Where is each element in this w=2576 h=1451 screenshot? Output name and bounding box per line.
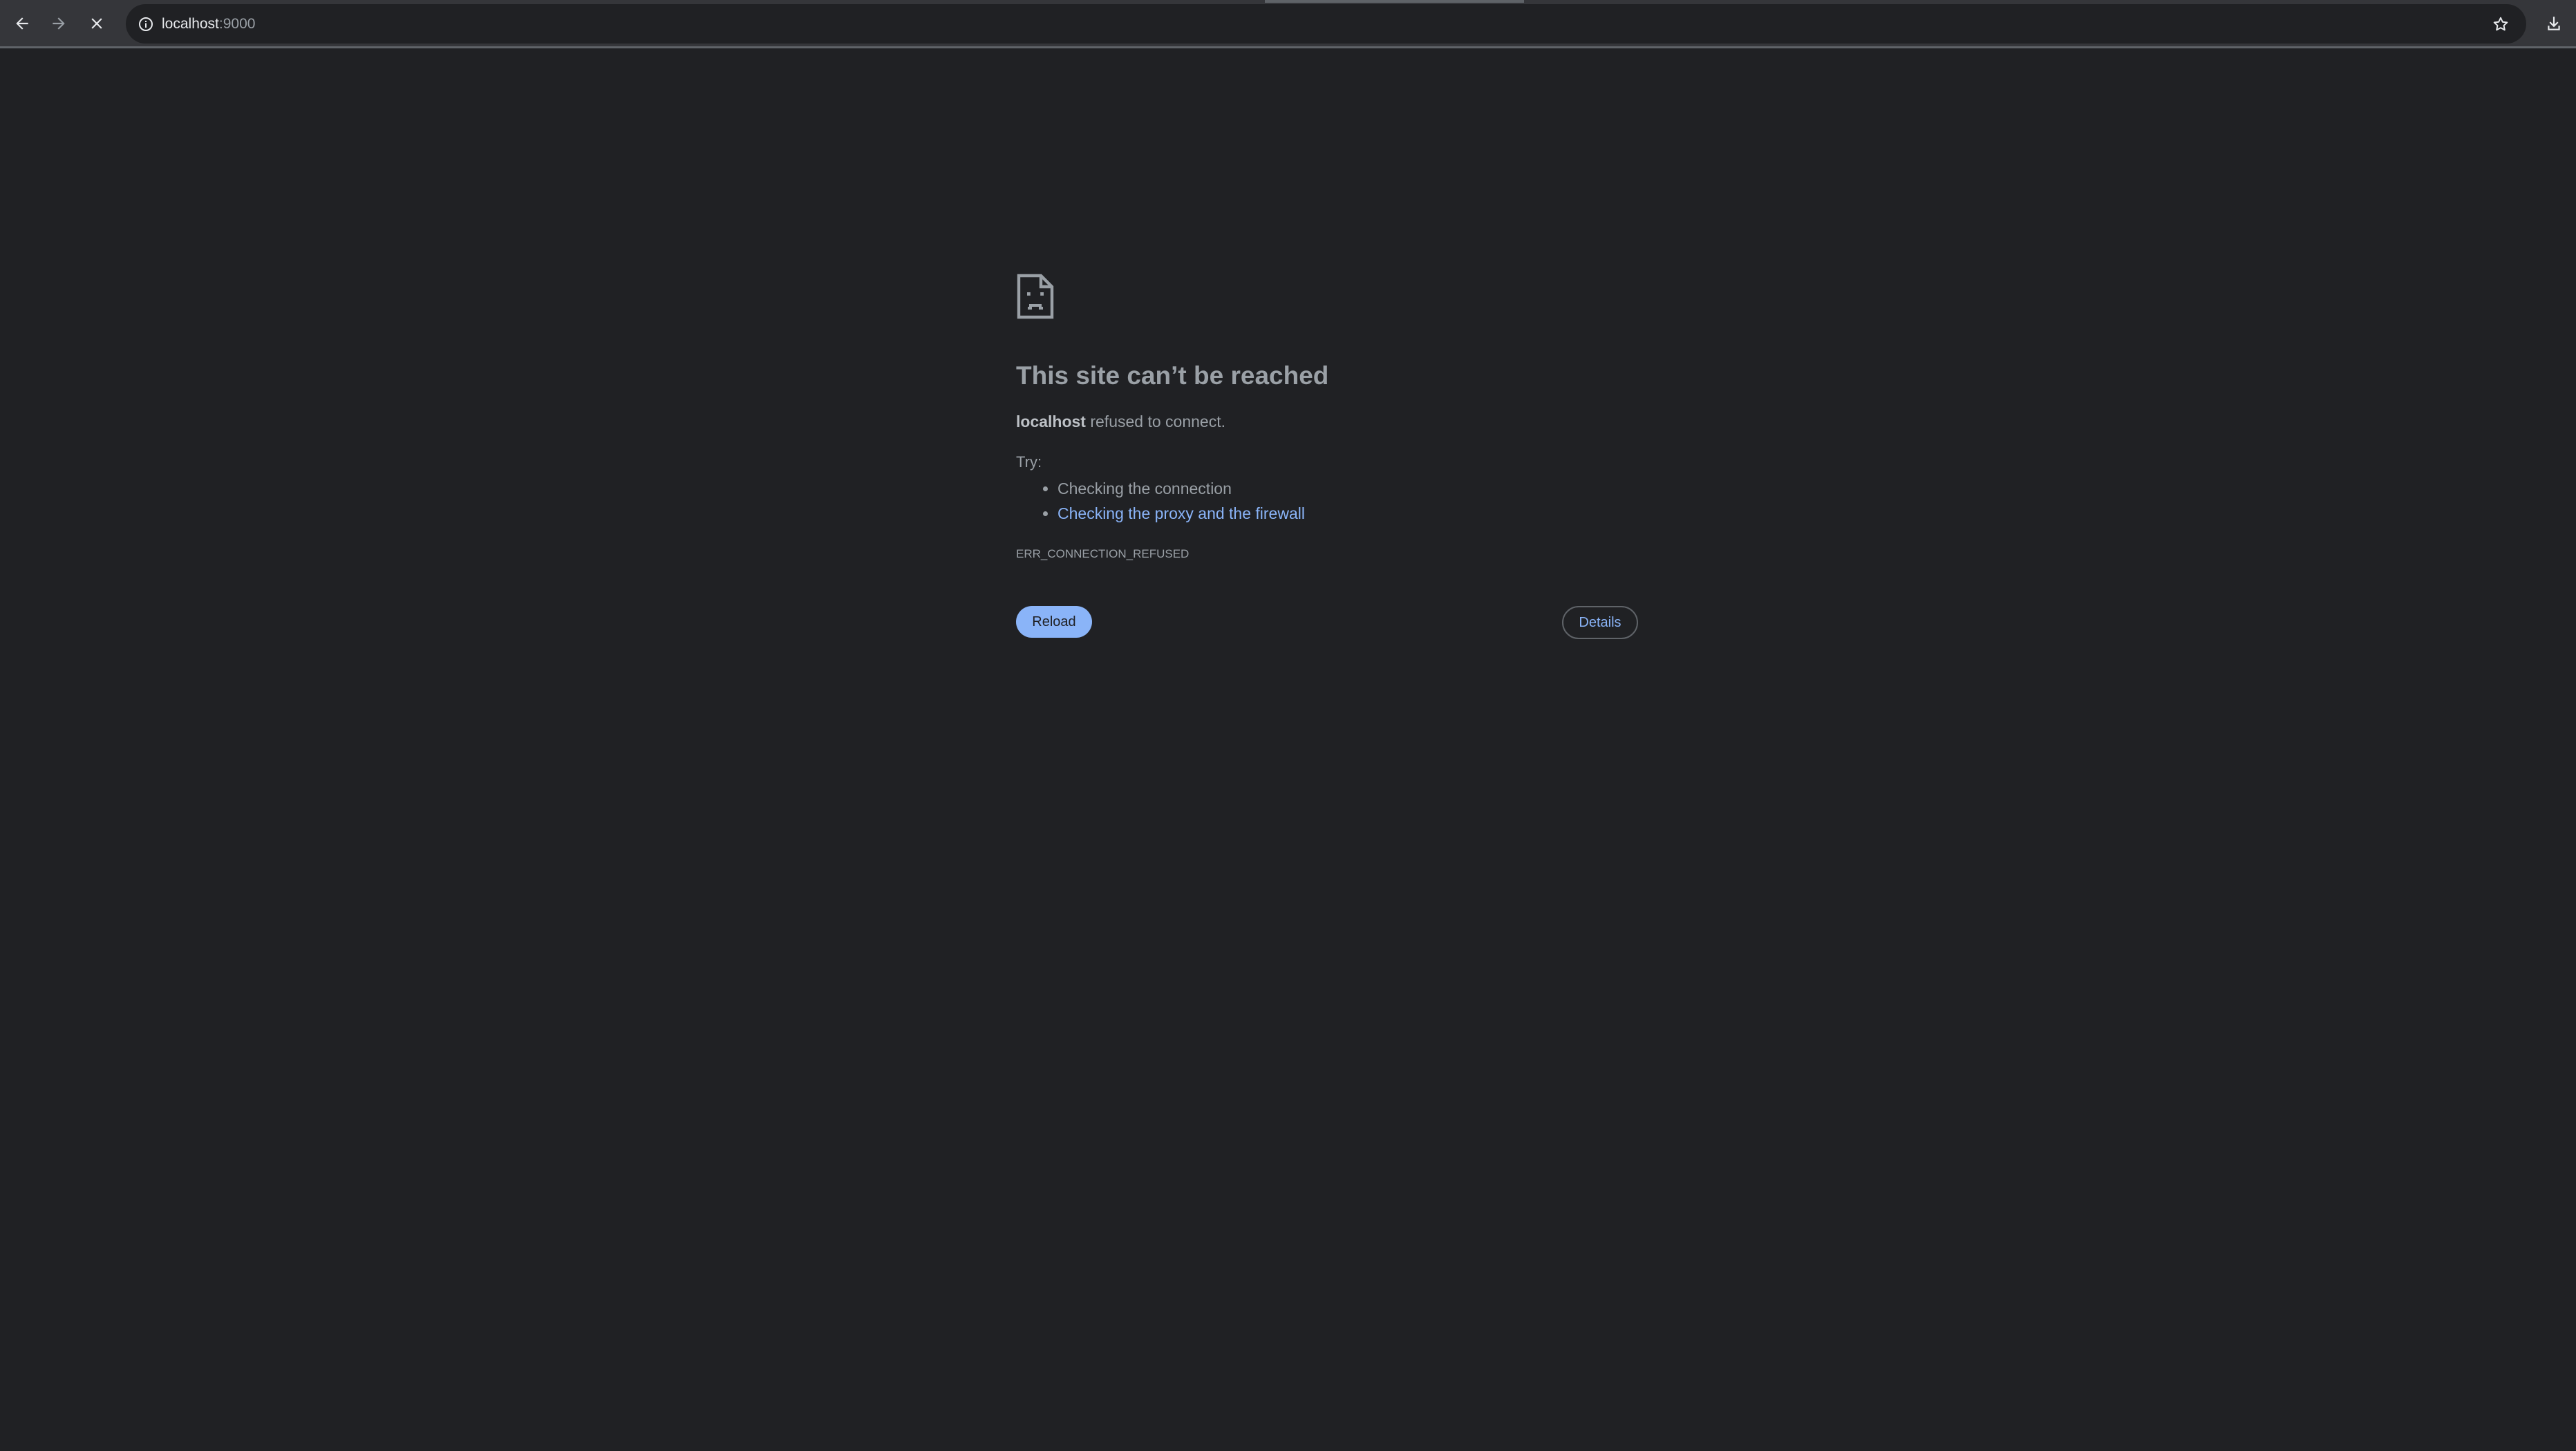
- bookmark-button[interactable]: [2486, 10, 2515, 39]
- back-button[interactable]: [7, 8, 37, 39]
- suggestion-check-connection: Checking the connection: [1057, 480, 1232, 497]
- downloads-button[interactable]: [2539, 8, 2569, 39]
- address-bar[interactable]: localhost:9000: [126, 4, 2526, 44]
- browser-toolbar: localhost:9000: [0, 0, 2576, 48]
- page-content: This site can’t be reached localhost ref…: [0, 50, 2576, 1451]
- star-icon: [2493, 17, 2508, 31]
- sad-document-icon: [1017, 274, 1054, 319]
- loading-indicator: [1265, 0, 1524, 3]
- error-title: This site can’t be reached: [1016, 361, 1329, 390]
- error-summary: localhost refused to connect.: [1016, 412, 1225, 431]
- download-icon: [2548, 17, 2560, 30]
- error-summary-suffix: refused to connect.: [1085, 412, 1225, 430]
- stop-loading-button[interactable]: [82, 8, 112, 39]
- suggestion-item: Checking the connection: [1057, 476, 1305, 501]
- forward-button[interactable]: [44, 8, 74, 39]
- error-host: localhost: [1016, 412, 1086, 430]
- details-button[interactable]: Details: [1562, 606, 1638, 639]
- suggestion-proxy-firewall-link[interactable]: Checking the proxy and the firewall: [1057, 504, 1305, 522]
- error-code: ERR_CONNECTION_REFUSED: [1016, 547, 1190, 560]
- arrow-left-icon: [16, 17, 28, 30]
- info-icon: [139, 17, 153, 31]
- suggestion-item: Checking the proxy and the firewall: [1057, 501, 1305, 526]
- url-host: localhost: [162, 16, 219, 32]
- close-icon: [91, 18, 102, 29]
- arrow-right-icon: [53, 17, 65, 30]
- site-info-button[interactable]: [133, 11, 159, 37]
- reload-button[interactable]: Reload: [1016, 606, 1092, 638]
- suggestion-list: Checking the connection Checking the pro…: [1016, 476, 1305, 526]
- url-port: :9000: [218, 16, 256, 32]
- try-label: Try:: [1016, 453, 1042, 471]
- url-text[interactable]: localhost:9000: [162, 4, 255, 44]
